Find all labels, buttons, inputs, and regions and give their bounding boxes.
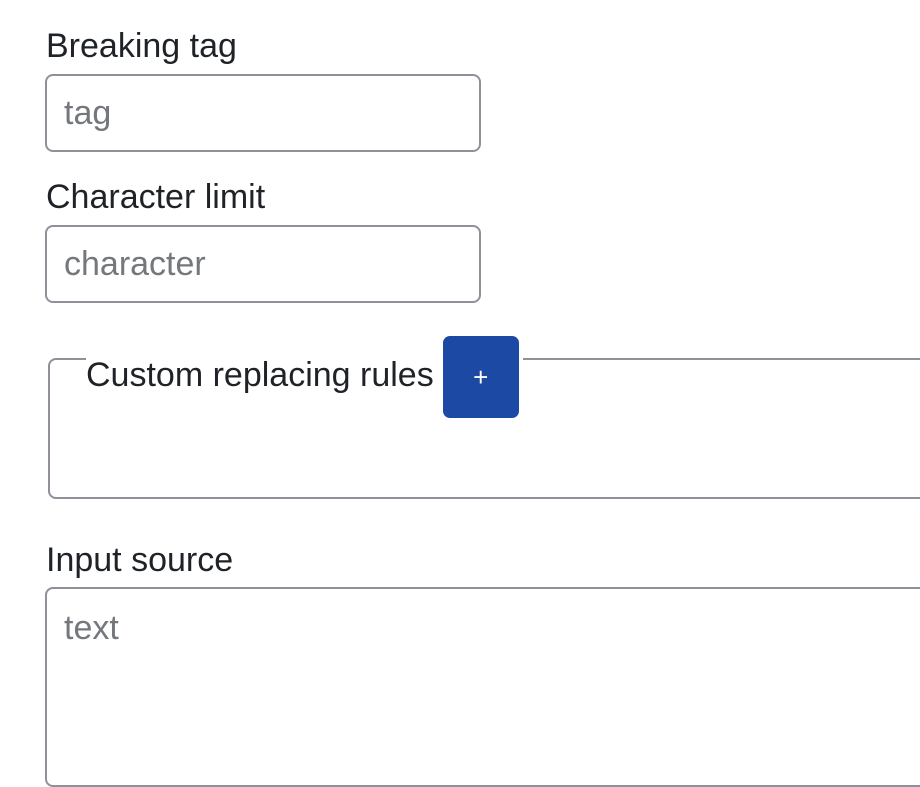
add-rule-button[interactable]: + <box>442 336 519 418</box>
custom-rules-label: Custom replacing rules <box>86 356 434 394</box>
input-source-label: Input source <box>46 541 234 579</box>
input-source-textarea[interactable] <box>45 587 920 787</box>
character-limit-label: Character limit <box>46 178 266 216</box>
settings-form: Breaking tag Character limit Custom repl… <box>0 0 920 787</box>
breaking-tag-label: Breaking tag <box>46 27 237 65</box>
character-limit-input[interactable] <box>45 225 481 303</box>
plus-icon: + <box>473 362 489 392</box>
custom-rules-legend: Custom replacing rules + <box>86 336 523 418</box>
breaking-tag-input[interactable] <box>45 74 481 152</box>
